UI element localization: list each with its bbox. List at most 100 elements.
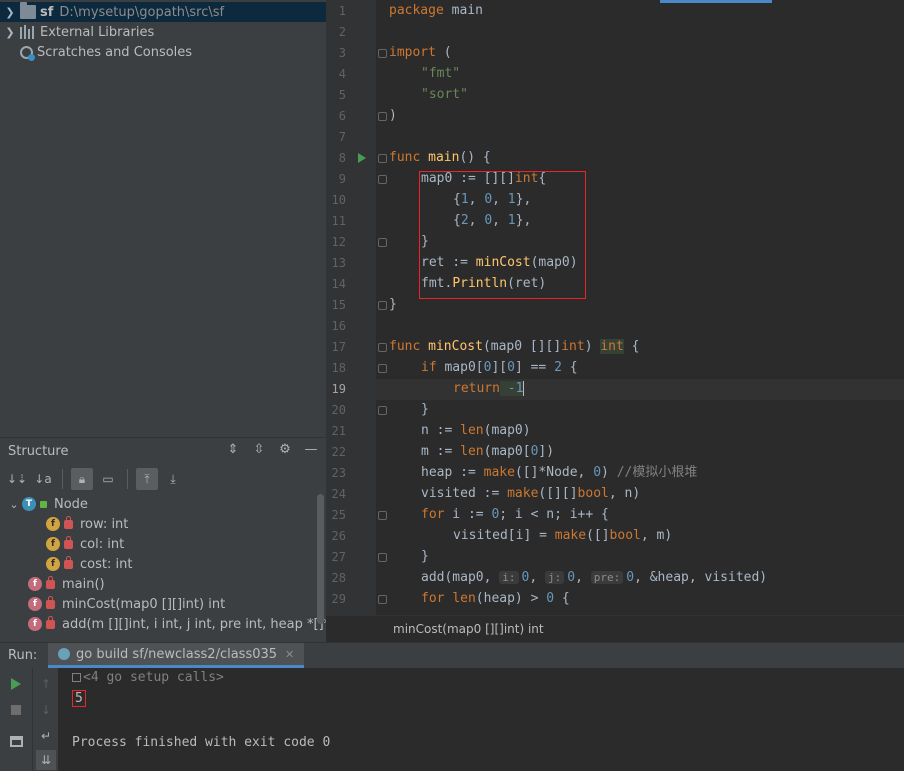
structure-item-function[interactable]: f main() [28, 574, 105, 594]
go-gopher-icon [58, 648, 70, 660]
tree-item-label: Scratches and Consoles [37, 44, 193, 60]
process-finished-line: Process finished with exit code 0 [72, 735, 331, 750]
fold-marker-icon[interactable] [378, 154, 387, 163]
field-icon: f [46, 557, 60, 571]
arrow-down-icon[interactable]: ↓ [36, 700, 56, 720]
structure-scrollbar[interactable] [317, 494, 324, 624]
type-icon: T [22, 497, 36, 511]
line-number: 1 [338, 4, 346, 18]
fold-marker-icon[interactable] [378, 112, 387, 121]
structure-item-function[interactable]: f add(m [][]int, i int, j int, pre int, … [28, 614, 326, 634]
show-fields-icon[interactable]: ▭ [97, 468, 119, 490]
line-number: 29 [331, 592, 346, 606]
layout-icon[interactable] [6, 731, 26, 751]
run-toolbar-right: ↑ ↓ ↵ ⇊ [32, 668, 58, 771]
line-number: 18 [331, 361, 346, 375]
tree-item-external-libraries[interactable]: ❯ External Libraries [0, 22, 326, 42]
console-output-line: 5 [72, 690, 86, 707]
line-number: 27 [331, 550, 346, 564]
sort-alphabetically-icon[interactable]: ↓a [32, 468, 54, 490]
fold-marker-icon[interactable] [378, 595, 387, 604]
arrow-up-icon[interactable]: ↑ [36, 674, 56, 694]
line-number: 9 [338, 172, 346, 186]
chevron-down-icon[interactable]: ⌄ [6, 498, 22, 511]
rerun-icon[interactable] [6, 674, 26, 694]
line-number: 4 [338, 67, 346, 81]
autoscroll-from-source-icon[interactable]: ⤓ [162, 468, 184, 490]
fold-marker-icon[interactable] [378, 301, 387, 310]
line-number: 8 [338, 151, 346, 165]
structure-item-field[interactable]: f row: int [46, 514, 128, 534]
structure-item-field[interactable]: f col: int [46, 534, 124, 554]
lock-icon [64, 535, 73, 549]
fold-marker-icon[interactable] [378, 553, 387, 562]
close-icon[interactable]: ✕ [285, 648, 294, 661]
chevron-right-icon[interactable]: ❯ [0, 6, 20, 19]
line-number: 16 [331, 319, 346, 333]
fold-marker-icon[interactable] [378, 364, 387, 373]
run-gutter-icon[interactable] [358, 153, 366, 163]
line-number: 11 [331, 214, 346, 228]
code-line-current: return -1 [453, 381, 525, 396]
fold-marker-icon[interactable] [378, 406, 387, 415]
tree-item-scratches[interactable]: Scratches and Consoles [0, 42, 326, 62]
run-header: Run: go build sf/newclass2/class035 ✕ [0, 643, 904, 668]
project-panel: ❯ sf D:\mysetup\gopath\src\sf ❯ External… [0, 0, 326, 437]
code-line: visited := make([][]bool, n) [421, 486, 641, 501]
code-line: heap := make([]*Node, 0) //模拟小根堆 [421, 465, 698, 480]
run-toolbar-left [0, 668, 32, 771]
fold-marker-icon[interactable] [378, 49, 387, 58]
autoscroll-to-source-icon[interactable]: ⤒ [136, 468, 158, 490]
structure-item-node[interactable]: ⌄ T Node [6, 494, 88, 514]
stop-icon[interactable] [6, 700, 26, 720]
code-line: if map0[0][0] == 2 { [421, 360, 578, 375]
function-icon: f [28, 617, 42, 631]
scroll-to-end-icon[interactable]: ⇊ [36, 750, 56, 770]
line-number: 22 [331, 445, 346, 459]
structure-panel: Structure ⇕ ⇳ ⚙ — ↓⇣ ↓a 🔒︎ ▭ ⤒ ⤓ ⌄ T Nod… [0, 437, 326, 642]
structure-item-label: minCost(map0 [][]int) int [62, 596, 226, 612]
structure-item-function[interactable]: f minCost(map0 [][]int) int [28, 594, 225, 614]
setup-calls-fold[interactable]: <4 go setup calls> [72, 670, 224, 685]
line-number: 26 [331, 529, 346, 543]
expand-icon[interactable] [72, 673, 81, 682]
run-panel: Run: go build sf/newclass2/class035 ✕ ↑ … [0, 642, 904, 771]
active-tab-indicator [660, 0, 772, 3]
code-editor[interactable]: 1 2 3 4 5 6 7 8 9 10 11 12 13 14 15 16 1… [326, 0, 904, 615]
code-line: package main [389, 3, 483, 18]
fold-marker-icon[interactable] [378, 175, 387, 184]
collapse-all-icon[interactable]: ⇳ [250, 442, 268, 457]
minimize-icon[interactable]: — [302, 442, 320, 457]
public-icon [40, 500, 47, 508]
expand-all-icon[interactable]: ⇕ [224, 442, 242, 457]
parameter-hint: j: [545, 571, 565, 584]
line-number: 2 [338, 25, 346, 39]
fold-marker-icon[interactable] [378, 238, 387, 247]
chevron-right-icon[interactable]: ❯ [0, 26, 20, 39]
line-number: 28 [331, 571, 346, 585]
breadcrumb-item[interactable]: minCost(map0 [][]int) int [393, 622, 544, 636]
structure-header-actions: ⇕ ⇳ ⚙ — [224, 442, 320, 457]
fold-marker-icon[interactable] [378, 511, 387, 520]
breadcrumb[interactable]: minCost(map0 [][]int) int [326, 615, 904, 642]
tree-item-sf[interactable]: ❯ sf D:\mysetup\gopath\src\sf [0, 2, 326, 22]
line-number: 7 [338, 130, 346, 144]
sort-by-visibility-icon[interactable]: ↓⇣ [6, 468, 28, 490]
code-line: } [389, 297, 397, 312]
structure-item-field[interactable]: f cost: int [46, 554, 132, 574]
gear-icon[interactable]: ⚙ [276, 442, 294, 457]
library-icon [20, 25, 36, 39]
line-number: 25 [331, 508, 346, 522]
code-line: import ( [389, 45, 452, 60]
line-number: 10 [331, 193, 346, 207]
structure-item-label: add(m [][]int, i int, j int, pre int, he… [62, 616, 326, 632]
parameter-hint: i: [499, 571, 519, 584]
structure-toolbar: ↓⇣ ↓a 🔒︎ ▭ ⤒ ⤓ [6, 468, 184, 490]
run-label: Run: [8, 648, 38, 663]
run-config-tab[interactable]: go build sf/newclass2/class035 ✕ [48, 643, 305, 668]
console-output[interactable]: <4 go setup calls> 5 Process finished wi… [58, 668, 904, 771]
soft-wrap-icon[interactable]: ↵ [36, 726, 56, 746]
fold-marker-icon[interactable] [378, 343, 387, 352]
structure-item-label: main() [62, 576, 105, 592]
show-non-public-icon[interactable]: 🔒︎ [71, 468, 93, 490]
